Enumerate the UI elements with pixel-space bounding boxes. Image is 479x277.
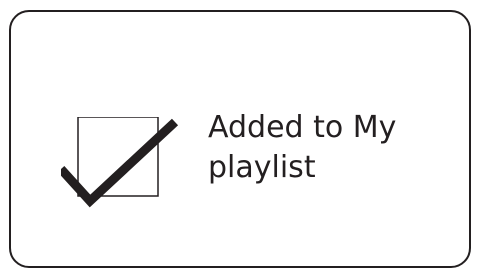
toast-message-line-2: playlist <box>208 150 316 185</box>
toast-message-line-1: Added to My <box>208 110 397 145</box>
toast-message: Added to My playlist <box>208 108 448 188</box>
added-to-playlist-toast: Added to My playlist <box>9 10 471 268</box>
checkbox-checked-icon <box>61 117 191 217</box>
